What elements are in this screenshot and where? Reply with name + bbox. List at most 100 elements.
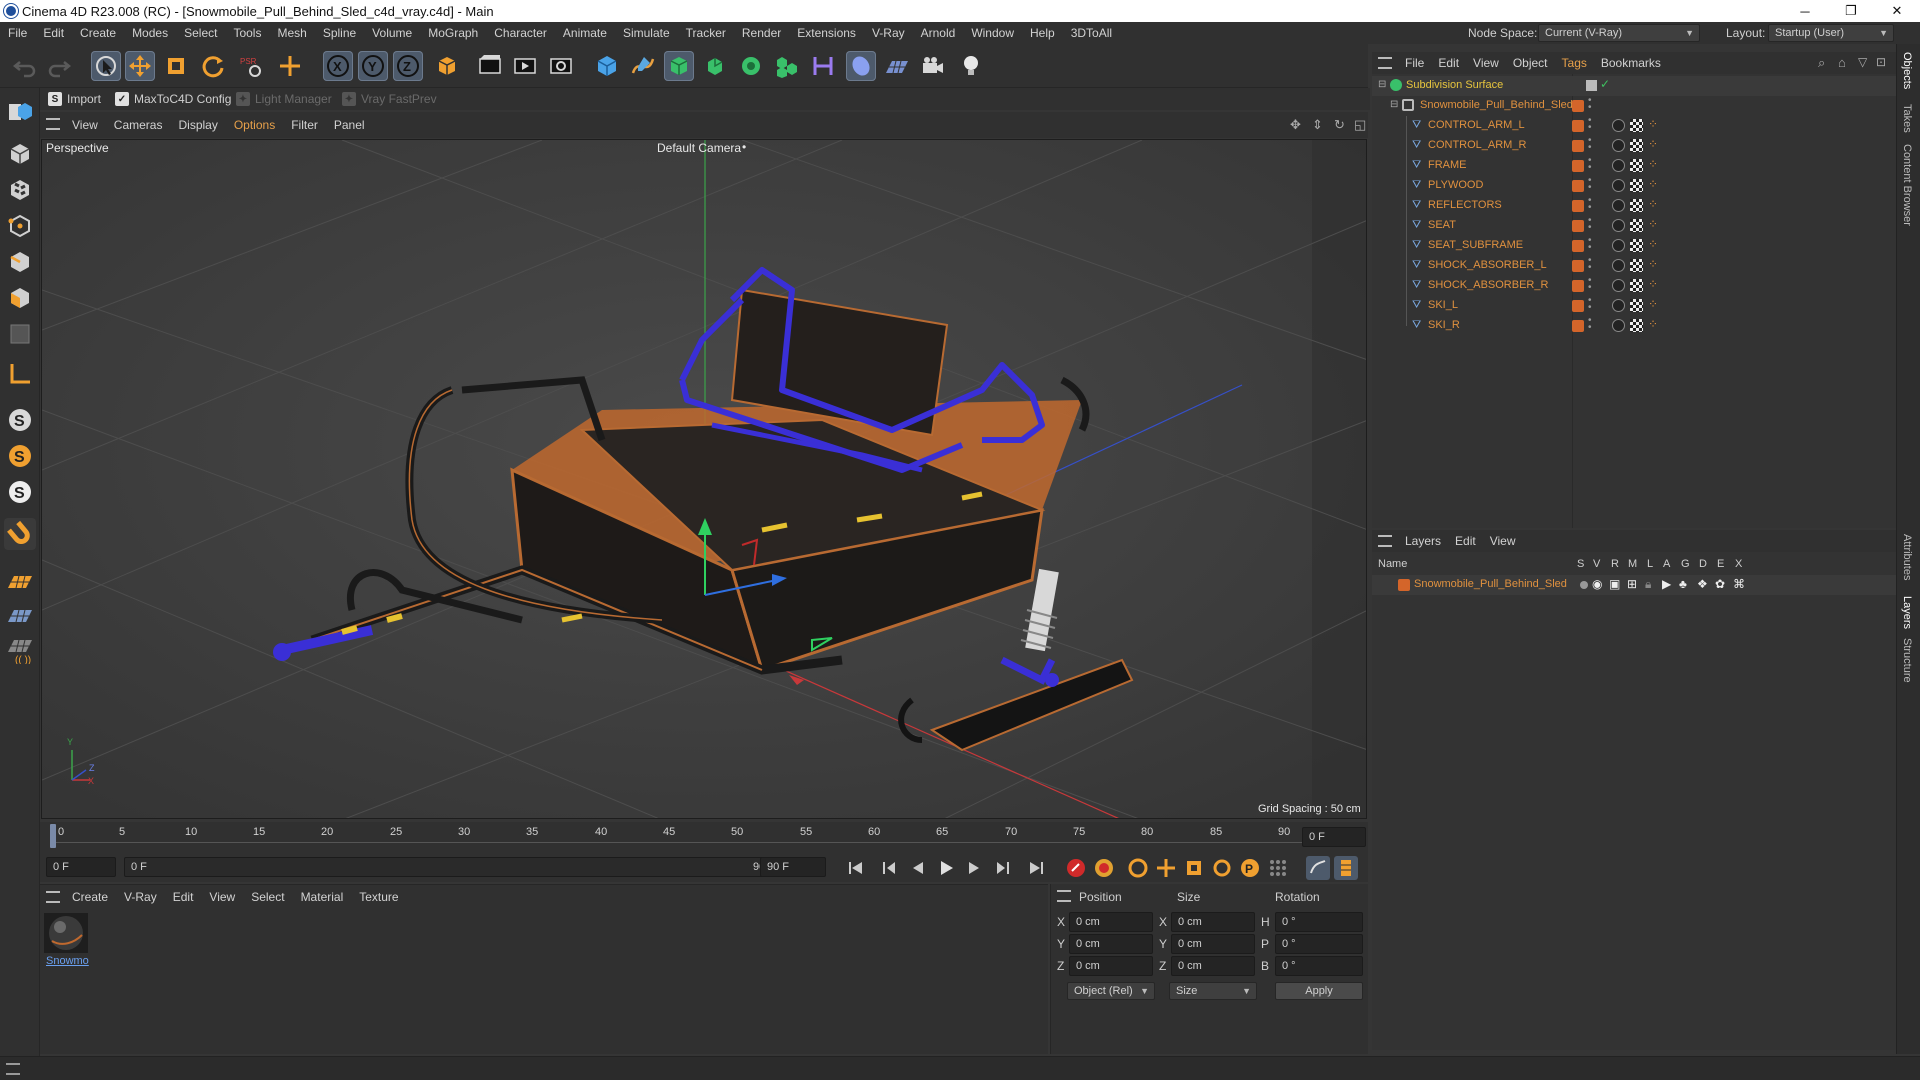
scale-tool-button[interactable] — [161, 51, 191, 81]
visibility-dots-icon[interactable]: • • — [1588, 176, 1592, 193]
next-key-button[interactable] — [990, 856, 1014, 880]
previous-key-button[interactable] — [878, 856, 902, 880]
rotate-tool-button[interactable] — [198, 51, 228, 81]
subdivision-surface-button[interactable] — [664, 51, 694, 81]
object-row-child[interactable]: ⛛ CONTROL_ARM_R • • ⁘ — [1372, 136, 1896, 156]
column-name[interactable]: Name — [1378, 558, 1407, 570]
phong-tag-icon[interactable] — [1612, 159, 1625, 172]
manager-icon[interactable]: ⊞ — [1627, 577, 1637, 591]
cloner-button[interactable] — [736, 51, 766, 81]
enabled-check-icon[interactable]: ✓ — [1600, 77, 1610, 91]
maximize-view-icon[interactable]: ◱ — [1354, 117, 1366, 133]
material-tag-icon[interactable] — [1630, 279, 1643, 292]
column-generators[interactable]: G — [1681, 558, 1690, 570]
phong-tag-icon[interactable] — [1612, 119, 1625, 132]
model-mode-button[interactable] — [4, 138, 36, 170]
range-slider[interactable]: 0 F 90 F — [124, 857, 784, 877]
menu-tools[interactable]: Tools — [225, 26, 269, 40]
menu-character[interactable]: Character — [486, 26, 555, 40]
hamburger-icon[interactable] — [1378, 57, 1392, 69]
object-row-child[interactable]: ⛛ SEAT • • ⁘ — [1372, 216, 1896, 236]
tab-takes[interactable]: Takes — [1901, 104, 1913, 133]
coordinate-system-button[interactable] — [432, 51, 462, 81]
object-menu-tags[interactable]: Tags — [1555, 56, 1594, 70]
floor-scene-button[interactable] — [882, 51, 912, 81]
keyframe-selection-button[interactable] — [1126, 856, 1150, 880]
layer-color-swatch[interactable] — [1572, 120, 1584, 132]
material-menu-edit[interactable]: Edit — [165, 890, 202, 904]
hamburger-icon[interactable] — [6, 1063, 20, 1075]
current-frame-field[interactable]: 0 F — [1302, 827, 1366, 847]
material-menu-material[interactable]: Material — [293, 890, 352, 904]
column-expressions[interactable]: E — [1717, 558, 1724, 570]
menu-extensions[interactable]: Extensions — [789, 26, 864, 40]
object-menu-view[interactable]: View — [1466, 56, 1506, 70]
viewport-menu-display[interactable]: Display — [170, 118, 225, 132]
rotation-key-button[interactable] — [1210, 856, 1234, 880]
uvw-tag-icon[interactable]: ⁘ — [1648, 317, 1658, 331]
size-z-field[interactable]: 0 cm — [1171, 956, 1255, 976]
y-axis-lock-button[interactable]: Y — [358, 51, 388, 81]
polygons-mode-button[interactable] — [4, 282, 36, 314]
range-start-field[interactable]: 0 F — [46, 857, 116, 877]
object-menu-object[interactable]: Object — [1506, 56, 1555, 70]
material-tag-icon[interactable] — [1630, 179, 1643, 192]
phong-tag-icon[interactable] — [1612, 319, 1625, 332]
position-x-field[interactable]: 0 cm — [1069, 912, 1153, 932]
snap-mode-button[interactable]: S — [4, 476, 36, 508]
viewport-menu-cameras[interactable]: Cameras — [106, 118, 171, 132]
menu-vray[interactable]: V-Ray — [864, 26, 913, 40]
object-row-child[interactable]: ⛛ SHOCK_ABSORBER_L • • ⁘ — [1372, 256, 1896, 276]
scale-key-button[interactable] — [1182, 856, 1206, 880]
field-button[interactable] — [846, 51, 876, 81]
rotation-b-field[interactable]: 0 ° — [1275, 956, 1363, 976]
maxtoc4d-plugin-button[interactable]: ✓ MaxToC4D Config — [115, 90, 231, 108]
layout-dropdown[interactable]: Startup (User) ▼ — [1768, 24, 1894, 42]
hamburger-icon[interactable] — [46, 891, 60, 903]
menu-arnold[interactable]: Arnold — [913, 26, 964, 40]
layer-toggle-icon[interactable] — [1586, 80, 1597, 91]
object-row-parent[interactable]: ⊟ Snowmobile_Pull_Behind_Sled • • — [1372, 96, 1896, 116]
light-button[interactable] — [956, 51, 986, 81]
coordinate-mode-dropdown[interactable]: Object (Rel) ▼ — [1067, 982, 1155, 1000]
column-render[interactable]: R — [1611, 558, 1619, 570]
render-to-picture-viewer-button[interactable] — [510, 51, 540, 81]
go-to-end-button[interactable] — [1024, 856, 1048, 880]
camera-button[interactable] — [918, 51, 948, 81]
recent-tools-button[interactable]: PSR — [236, 51, 266, 81]
visibility-dots-icon[interactable]: • • — [1588, 216, 1592, 233]
object-row-child[interactable]: ⛛ SKI_L • • ⁘ — [1372, 296, 1896, 316]
size-x-field[interactable]: 0 cm — [1171, 912, 1255, 932]
hamburger-icon[interactable] — [1378, 535, 1392, 547]
material-menu-create[interactable]: Create — [64, 890, 116, 904]
phong-tag-icon[interactable] — [1612, 239, 1625, 252]
material-tag-icon[interactable] — [1630, 259, 1643, 272]
object-row-child[interactable]: ⛛ FRAME • • ⁘ — [1372, 156, 1896, 176]
uv-mode-button[interactable] — [4, 318, 36, 350]
menu-window[interactable]: Window — [963, 26, 1022, 40]
layer-menu-edit[interactable]: Edit — [1448, 534, 1483, 548]
material-menu-view[interactable]: View — [201, 890, 243, 904]
layer-color-swatch[interactable] — [1572, 280, 1584, 292]
deformer-button[interactable] — [808, 51, 838, 81]
hamburger-icon[interactable] — [46, 118, 60, 130]
pan-view-icon[interactable]: ✥ — [1290, 117, 1301, 133]
object-row-child[interactable]: ⛛ REFLECTORS • • ⁘ — [1372, 196, 1896, 216]
layer-color-swatch[interactable] — [1572, 180, 1584, 192]
object-row-child[interactable]: ⛛ CONTROL_ARM_L • • ⁘ — [1372, 116, 1896, 136]
extrude-generator-button[interactable] — [700, 51, 730, 81]
layer-color-swatch[interactable] — [1572, 200, 1584, 212]
grid-snap-button[interactable]: (( )) — [4, 634, 36, 666]
render-clapper-icon[interactable]: ▣ — [1609, 577, 1620, 591]
layer-color-swatch[interactable] — [1572, 260, 1584, 272]
vray-fastprev-plugin-button[interactable]: ✦ Vray FastPrev — [342, 90, 437, 108]
material-menu-select[interactable]: Select — [243, 890, 292, 904]
eye-icon[interactable]: ◉ — [1592, 577, 1602, 591]
menu-animate[interactable]: Animate — [555, 26, 615, 40]
position-z-field[interactable]: 0 cm — [1069, 956, 1153, 976]
phong-tag-icon[interactable] — [1612, 279, 1625, 292]
layer-color-swatch[interactable] — [1572, 140, 1584, 152]
uvw-tag-icon[interactable]: ⁘ — [1648, 157, 1658, 171]
cube-object-button[interactable] — [592, 51, 622, 81]
phong-tag-icon[interactable] — [1612, 179, 1625, 192]
